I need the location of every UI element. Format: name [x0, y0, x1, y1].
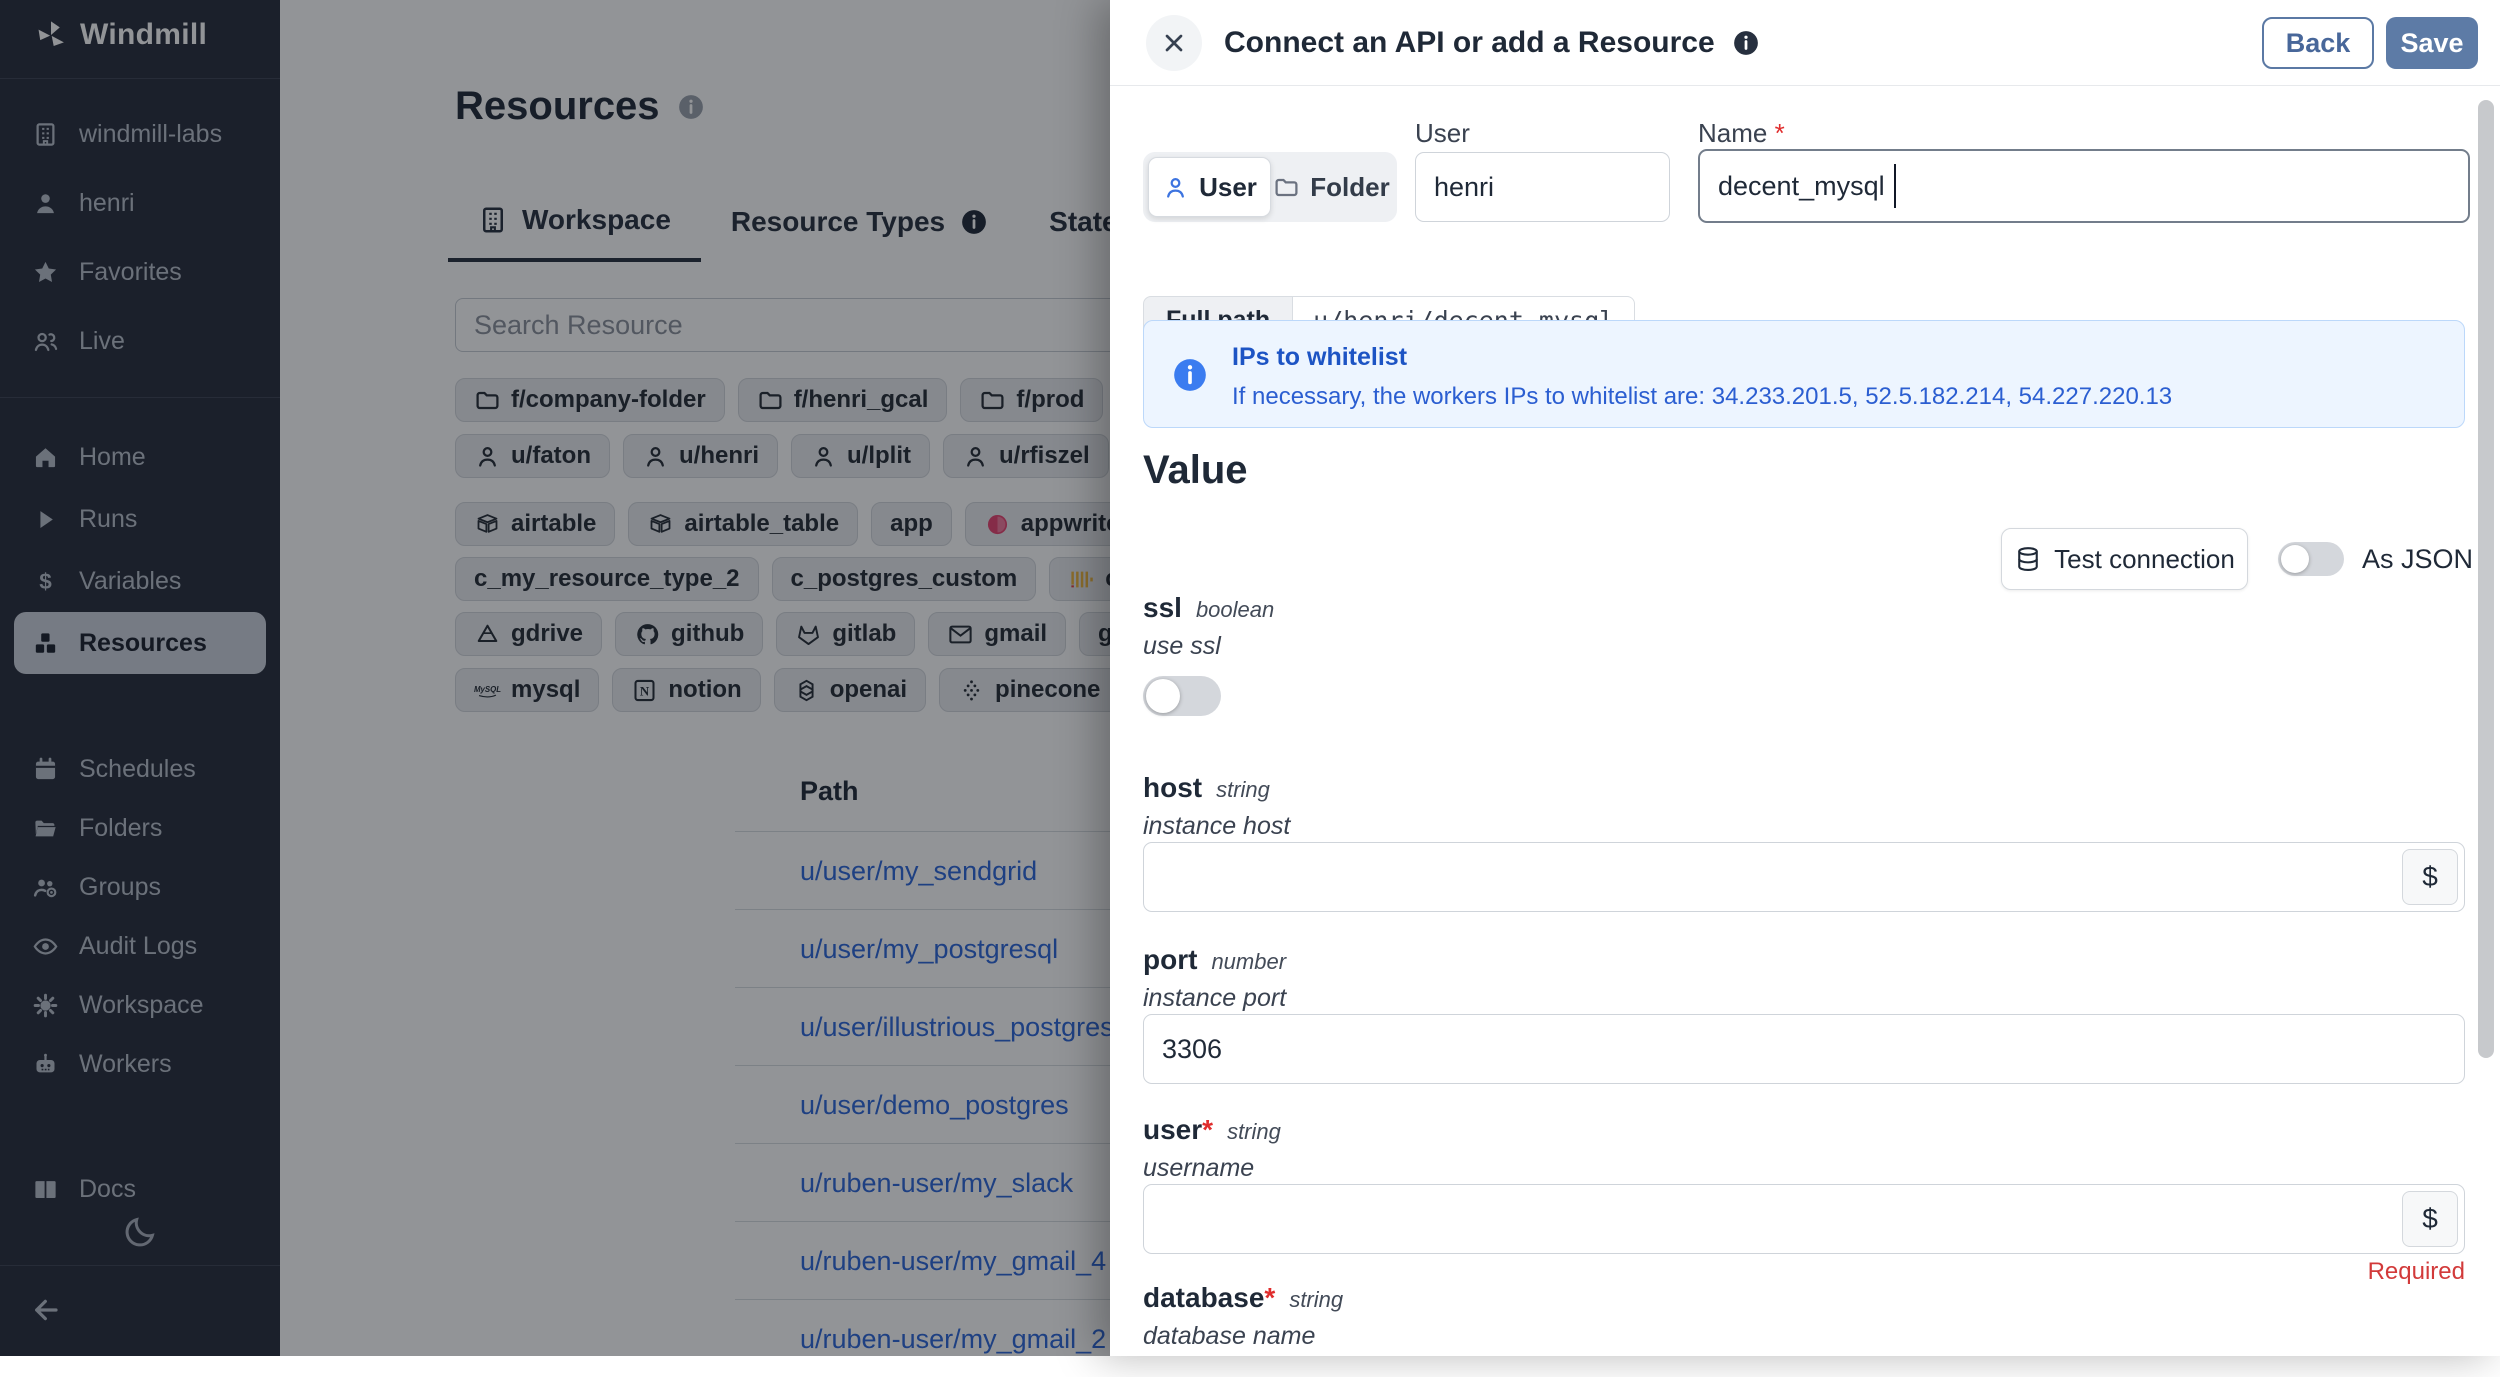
- info-icon: [1170, 355, 1210, 395]
- field-name-ssl: sslboolean: [1143, 592, 1274, 624]
- field-name-host: hoststring: [1143, 772, 1270, 804]
- name-field-label: Name *: [1698, 118, 1785, 149]
- info-box-body: If necessary, the workers IPs to whiteli…: [1232, 383, 2172, 411]
- scrollbar-thumb[interactable]: [2478, 100, 2494, 1058]
- user-input-wrap: $: [1143, 1184, 2465, 1254]
- database-icon: [2014, 545, 2042, 573]
- drawer-header: Connect an API or add a Resource Back Sa…: [1110, 0, 2500, 86]
- host-input-wrap: $: [1143, 842, 2465, 912]
- host-input[interactable]: [1143, 842, 2465, 912]
- insert-variable-button[interactable]: $: [2402, 849, 2458, 905]
- text-cursor: [1894, 164, 1896, 208]
- field-description: username: [1143, 1154, 1254, 1183]
- test-connection-button[interactable]: Test connection: [2001, 528, 2248, 590]
- as-json-label: As JSON: [2362, 544, 2473, 575]
- field-description: use ssl: [1143, 632, 1221, 661]
- owner-kind-toggle: User Folder: [1143, 152, 1397, 222]
- drawer-title: Connect an API or add a Resource: [1224, 26, 1715, 60]
- port-input[interactable]: [1143, 1014, 2465, 1084]
- close-icon: [1160, 29, 1188, 57]
- owner-user-segment[interactable]: User: [1148, 157, 1271, 217]
- info-box-title: IPs to whitelist: [1232, 343, 1407, 372]
- user-input[interactable]: [1415, 152, 1670, 222]
- port-input-wrap: [1143, 1014, 2465, 1084]
- close-button[interactable]: [1146, 15, 1202, 71]
- save-button[interactable]: Save: [2386, 17, 2478, 69]
- back-button[interactable]: Back: [2262, 17, 2374, 69]
- field-name-port: portnumber: [1143, 944, 1286, 976]
- field-name-user: user*string: [1143, 1114, 1281, 1146]
- insert-variable-button[interactable]: $: [2402, 1191, 2458, 1247]
- ips-whitelist-info-box: IPs to whitelist If necessary, the worke…: [1143, 320, 2465, 428]
- owner-folder-segment[interactable]: Folder: [1271, 157, 1392, 217]
- folder-icon: [1273, 174, 1300, 201]
- field-description: instance host: [1143, 812, 1290, 841]
- info-icon[interactable]: [1731, 28, 1761, 58]
- user-input[interactable]: [1143, 1184, 2465, 1254]
- add-resource-drawer: Connect an API or add a Resource Back Sa…: [1110, 0, 2500, 1356]
- ssl-toggle[interactable]: [1143, 676, 1221, 716]
- name-input[interactable]: [1698, 149, 2470, 223]
- value-heading: Value: [1143, 448, 1248, 493]
- user-icon: [1162, 174, 1189, 201]
- field-name-database: database*string: [1143, 1282, 1343, 1314]
- user-field-label: User: [1415, 118, 1470, 149]
- field-description: database name: [1143, 1322, 1315, 1351]
- field-description: instance port: [1143, 984, 1286, 1013]
- as-json-toggle[interactable]: [2278, 542, 2344, 576]
